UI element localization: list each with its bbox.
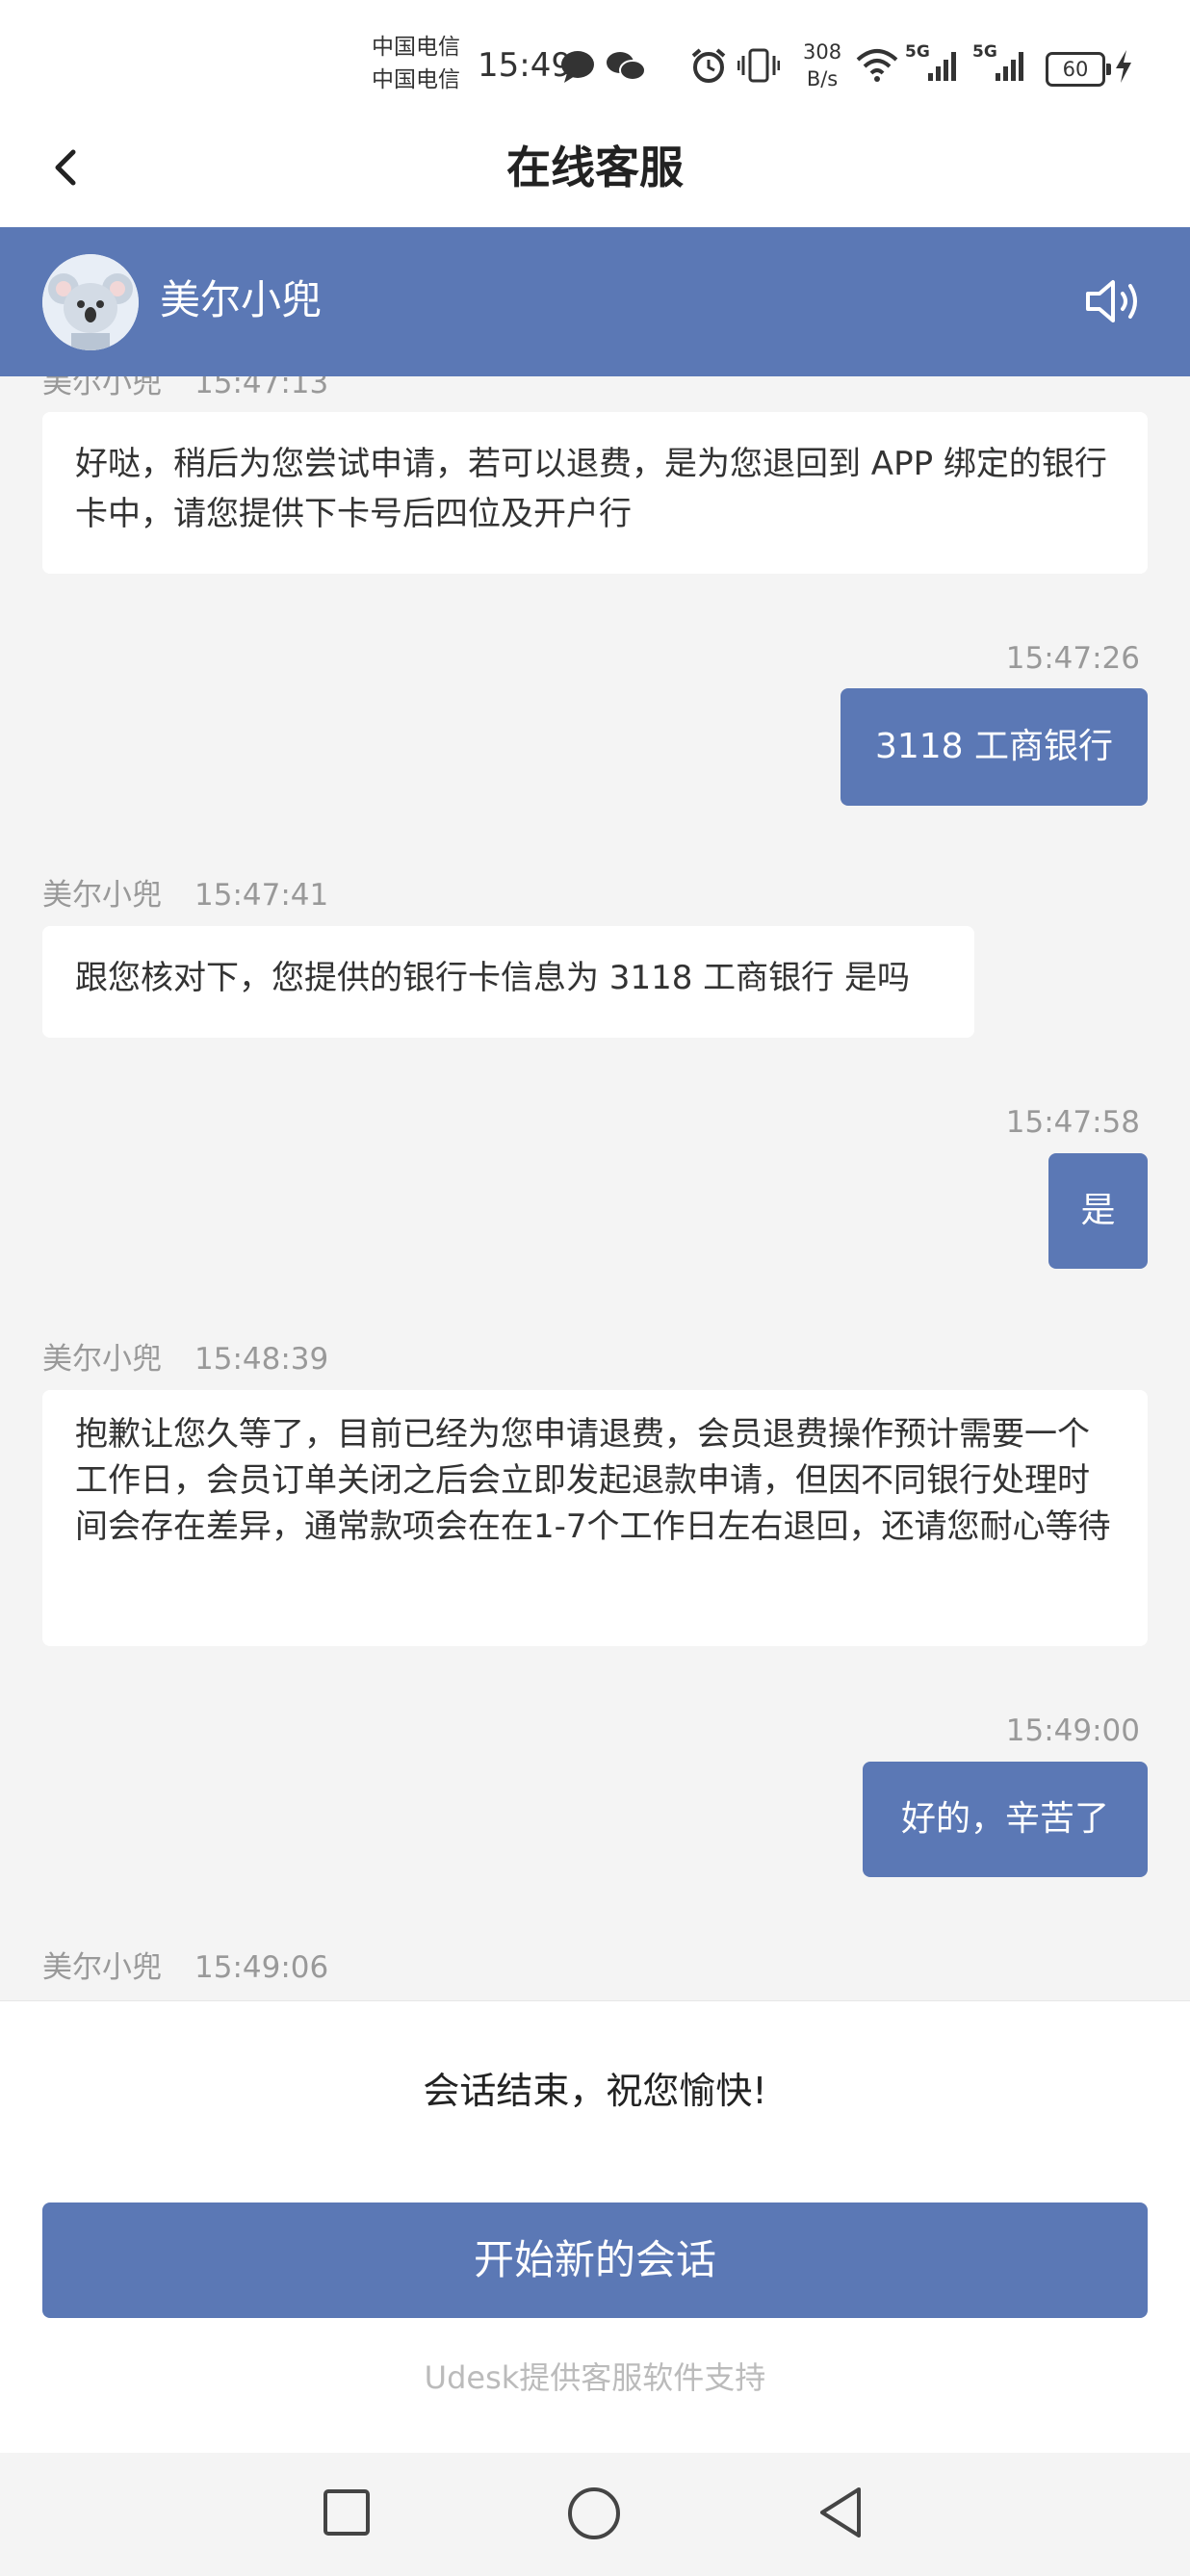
signal-icon-1 bbox=[928, 52, 956, 81]
carrier-2: 中国电信 bbox=[372, 67, 460, 92]
wechat-icon bbox=[607, 52, 646, 81]
alarm-icon bbox=[691, 48, 726, 83]
sender-name: 美尔小兜 bbox=[42, 1342, 162, 1377]
agent-message-bubble: 好哒，稍后为您尝试申请，若可以退费，是为您退回到 APP 绑定的银行卡中，请您提… bbox=[42, 412, 1148, 574]
message-time: 15:47:41 bbox=[194, 878, 329, 913]
speed-value: 308 bbox=[803, 40, 842, 64]
message-meta: 美尔小兜 15:47:41 bbox=[42, 876, 328, 914]
recent-apps-icon[interactable] bbox=[322, 2487, 372, 2537]
agent-message-bubble: 跟您核对下，您提供的银行卡信息为 3118 工商银行 是吗 bbox=[42, 926, 974, 1038]
sender-name: 美尔小兜 bbox=[42, 1950, 162, 1985]
battery-indicator: 60 bbox=[1046, 52, 1111, 87]
home-icon[interactable] bbox=[566, 2486, 622, 2541]
carrier-1: 中国电信 bbox=[372, 35, 460, 60]
new-session-button[interactable]: 开始新的会话 bbox=[42, 2202, 1148, 2318]
vibrate-icon bbox=[737, 48, 780, 83]
message-time: 15:49:00 bbox=[1005, 1713, 1140, 1748]
message-time: 15:49:06 bbox=[194, 1950, 329, 1985]
koala-avatar-icon bbox=[42, 254, 139, 350]
speaker-icon-front[interactable] bbox=[1084, 274, 1146, 328]
message-meta: 美尔小兜 15:48:39 bbox=[42, 1340, 328, 1378]
speed-unit: B/s bbox=[806, 67, 839, 90]
message-time: 15:47:58 bbox=[1005, 1105, 1140, 1140]
user-message-bubble: 是 bbox=[1048, 1153, 1148, 1269]
message-time: 15:47:26 bbox=[1005, 641, 1140, 676]
agent-message-bubble: 抱歉让您久等了，目前已经为您申请退费，会员退费操作预计需要一个工作日，会员订单关… bbox=[42, 1390, 1148, 1646]
message-time: 15:48:39 bbox=[194, 1342, 329, 1377]
carrier-info: 中国电信 中国电信 bbox=[372, 31, 460, 96]
message-meta: 美尔小兜 15:49:06 bbox=[42, 1948, 328, 1987]
signal-icon-2 bbox=[996, 52, 1023, 81]
agent-name-front: 美尔小兜 bbox=[160, 276, 323, 323]
user-message-bubble: 3118 工商银行 bbox=[841, 688, 1148, 806]
network-speed: 308 B/s bbox=[803, 39, 841, 92]
agent-avatar-front bbox=[42, 254, 139, 350]
message-icon bbox=[561, 51, 594, 83]
sender-name: 美尔小兜 bbox=[42, 878, 162, 913]
powered-by-text: Udesk提供客服软件支持 bbox=[424, 2359, 766, 2396]
page-title: 在线客服 bbox=[506, 142, 684, 193]
wifi-icon bbox=[856, 49, 898, 82]
back-nav-icon[interactable] bbox=[816, 2484, 865, 2541]
user-message-bubble: 好的，辛苦了 bbox=[863, 1762, 1148, 1877]
session-end-text: 会话结束，祝您愉快! bbox=[423, 2070, 767, 2112]
charging-icon bbox=[1116, 50, 1131, 83]
